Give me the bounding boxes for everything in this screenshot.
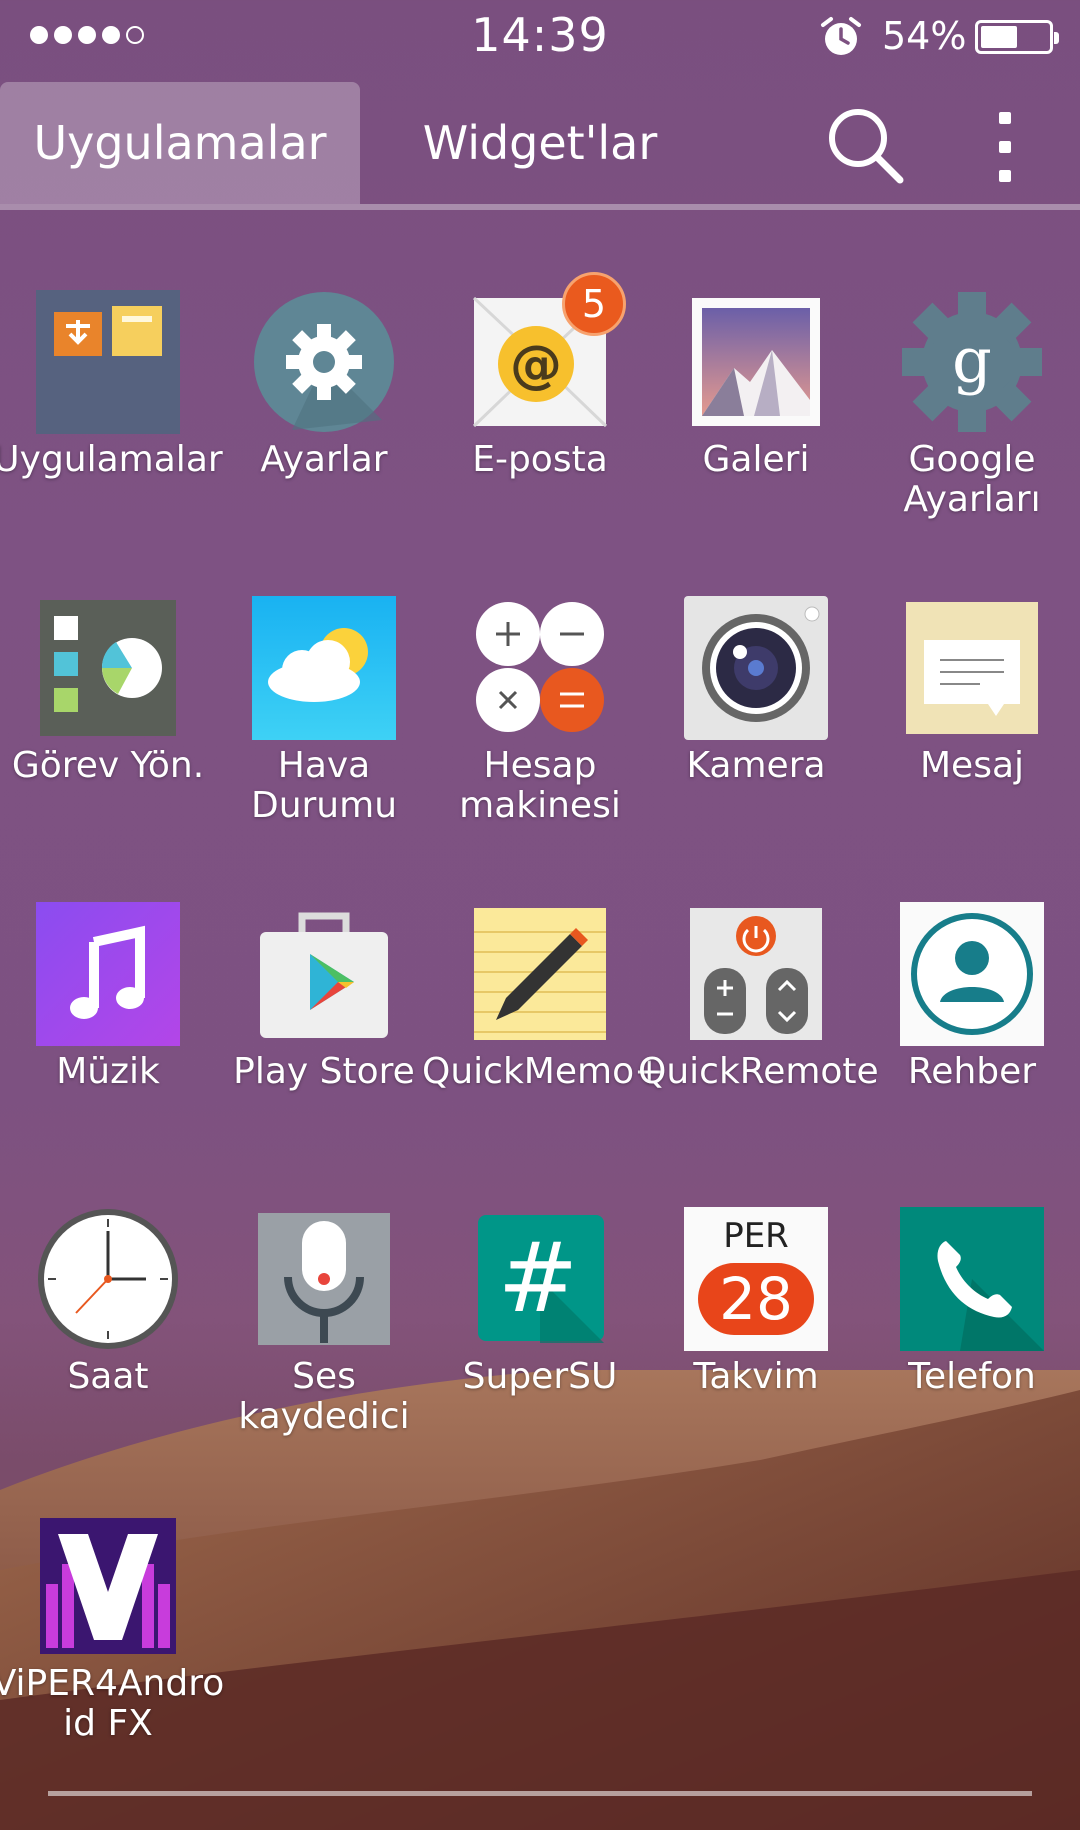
contacts-icon <box>900 902 1044 1046</box>
search-icon[interactable] <box>820 100 910 190</box>
phone-icon <box>900 1207 1044 1351</box>
app-label: Galeri <box>702 439 810 480</box>
app-label: Müzik <box>56 1051 160 1092</box>
tab-widgets[interactable]: Widget'lar <box>360 82 720 204</box>
drawer-tab-bar: Uygulamalar Widget'lar <box>0 72 1080 210</box>
app-label: Saat <box>67 1356 149 1397</box>
app-label-line: ViPER4Andro <box>0 1663 225 1704</box>
gallery-icon <box>692 298 820 426</box>
app-label: Kamera <box>686 745 826 786</box>
app-label-line: id FX <box>63 1703 153 1744</box>
app-label: Play Store <box>233 1051 415 1092</box>
app-kamera[interactable]: Kamera <box>648 596 864 866</box>
app-play-store[interactable]: Play Store <box>216 902 432 1172</box>
status-bar: 14:39 54% <box>0 0 1080 70</box>
app-uygulamalar[interactable]: Uygulamalar <box>0 290 223 560</box>
app-mesaj[interactable]: Mesaj <box>864 596 1080 866</box>
play-store-icon <box>260 912 388 1038</box>
app-hesap-makinesi[interactable]: Hesap makinesi <box>432 596 648 866</box>
app-label: Uygulamalar <box>0 439 223 480</box>
app-label: Google Ayarları <box>903 439 1041 520</box>
app-label: Görev Yön. <box>11 745 205 786</box>
quickmemo-icon <box>474 908 606 1040</box>
alarm-icon <box>821 17 861 55</box>
settings-gear-icon <box>254 292 394 432</box>
battery-percent: 54% <box>882 14 967 58</box>
app-telefon[interactable]: Telefon <box>864 1207 1080 1477</box>
app-ayarlar[interactable]: Ayarlar <box>216 290 432 560</box>
page-scroll-indicator <box>48 1791 1032 1796</box>
app-label: Ses kaydedici <box>238 1356 410 1437</box>
app-viper4android[interactable]: ViPER4Andro id FX <box>0 1514 224 1784</box>
svg-text:28: 28 <box>719 1265 793 1333</box>
app-label: ViPER4Andro id FX <box>0 1664 226 1744</box>
app-galeri[interactable]: Galeri <box>648 290 864 560</box>
viper-icon <box>40 1518 176 1654</box>
app-label: Ayarlar <box>260 439 388 480</box>
camera-icon <box>684 596 828 740</box>
clock-icon <box>38 1209 178 1349</box>
quickremote-icon <box>690 908 822 1040</box>
app-muzik[interactable]: Müzik <box>0 902 216 1172</box>
app-label: Hava Durumu <box>250 745 398 826</box>
app-label: E-posta <box>472 439 608 480</box>
music-icon <box>36 902 180 1046</box>
app-eposta[interactable]: @ 5 E-posta <box>432 272 648 560</box>
app-quickmemo[interactable]: QuickMemo+ <box>422 902 664 1172</box>
message-icon <box>906 602 1038 734</box>
app-google-ayarlari[interactable]: g Google Ayarları <box>864 290 1080 560</box>
calendar-icon: PER 28 <box>684 1207 828 1351</box>
google-settings-icon: g <box>902 292 1042 432</box>
app-saat[interactable]: Saat <box>0 1207 216 1477</box>
app-rehber[interactable]: Rehber <box>864 902 1080 1172</box>
calculator-icon <box>476 602 604 732</box>
svg-text:#: # <box>498 1222 578 1334</box>
app-takvim[interactable]: PER 28 Takvim <box>648 1207 864 1477</box>
supersu-icon: # <box>478 1215 604 1343</box>
app-gorev-yon[interactable]: Görev Yön. <box>0 596 216 866</box>
app-ses-kaydedici[interactable]: Ses kaydedici <box>216 1207 432 1477</box>
app-supersu[interactable]: # SuperSU <box>432 1207 648 1477</box>
battery-icon <box>975 20 1059 54</box>
app-hava-durumu[interactable]: Hava Durumu <box>216 596 432 866</box>
app-label: Rehber <box>907 1051 1037 1092</box>
svg-text:@: @ <box>510 335 562 395</box>
overflow-menu-icon[interactable] <box>990 102 1020 192</box>
app-label: Hesap makinesi <box>459 745 621 826</box>
tab-apps[interactable]: Uygulamalar <box>0 82 360 204</box>
svg-text:g: g <box>952 324 992 397</box>
app-quickremote[interactable]: QuickRemote <box>638 902 879 1172</box>
battery-level-fill <box>981 26 1017 48</box>
voice-recorder-icon <box>258 1213 390 1345</box>
app-label: Telefon <box>908 1356 1036 1397</box>
folder-icon <box>36 290 180 434</box>
app-label: SuperSU <box>462 1356 618 1397</box>
task-manager-icon <box>40 600 176 736</box>
weather-icon <box>252 596 396 740</box>
app-label: Takvim <box>693 1356 819 1397</box>
app-label: Mesaj <box>919 745 1025 786</box>
app-label: QuickRemote <box>638 1051 879 1092</box>
svg-text:PER: PER <box>723 1216 789 1256</box>
notification-badge: 5 <box>562 272 626 336</box>
app-label: QuickMemo+ <box>422 1051 665 1092</box>
